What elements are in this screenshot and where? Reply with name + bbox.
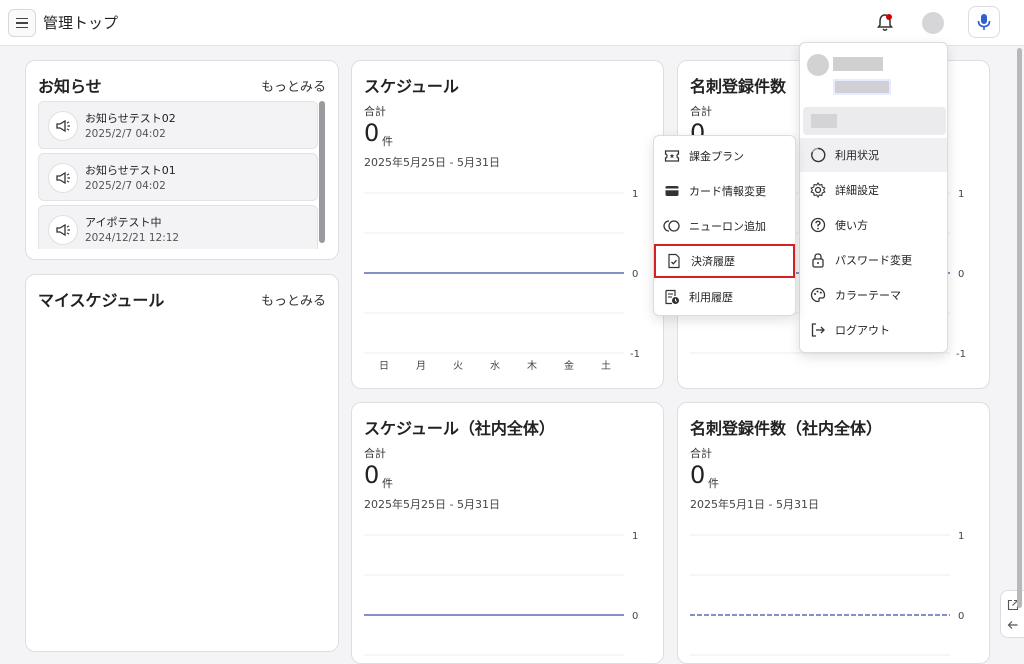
user-email-placeholder [833,79,891,95]
account-field-placeholder [803,107,946,135]
my-schedule-card: マイスケジュール もっとみる [25,274,339,652]
news-list: お知らせテスト02 2025/2/7 04:02 お知らせテスト01 2025/… [38,101,318,249]
usage-icon [809,146,827,164]
news-title: お知らせ [38,77,102,96]
menu-item-settings[interactable]: 詳細設定 [800,173,947,207]
help-icon [809,216,827,234]
x-tick-label: 木 [527,360,537,372]
y-tick-label: -1 [630,349,640,360]
history-icon [663,288,681,306]
mic-button[interactable] [968,6,1000,38]
y-tick-label: 0 [958,611,964,622]
lock-icon [809,251,827,269]
list-item[interactable]: お知らせテスト01 2025/2/7 04:02 [38,153,318,201]
schedule-all-card: スケジュール（社内全体） 合計 0 件 2025年5月25日 - 5月31日 1… [351,402,664,664]
user-name-placeholder [833,57,883,71]
y-tick-label: 0 [632,269,638,280]
news-item-date: 2024/12/21 12:12 [85,232,180,244]
schedule-chart: 1 0 -1 日 月 火 水 木 金 土 [364,189,640,372]
news-item-title: お知らせテスト01 [85,164,176,177]
menu-item-billing-plan[interactable]: 課金プラン [654,139,795,173]
x-tick-label: 水 [490,360,500,372]
mic-icon [977,14,991,30]
y-tick-label: 0 [632,611,638,622]
billing-submenu: 課金プラン カード情報変更 ニューロン追加 決済履歴 利用履歴 [653,135,796,316]
x-tick-label: 火 [453,360,463,372]
menu-item-label: カラーテーマ [835,289,901,302]
account-menu: 利用状況 詳細設定 使い方 パスワード変更 カラーテーマ ログアウト [799,42,948,353]
menu-item-usage[interactable]: 利用状況 [800,138,947,172]
palette-icon [809,286,827,304]
my-schedule-title: マイスケジュール [38,291,165,310]
menu-item-card-info[interactable]: カード情報変更 [654,174,795,208]
logout-icon [809,321,827,339]
neuron-icon [663,217,681,235]
menu-item-label: 利用履歴 [689,291,733,304]
y-tick-label: 1 [958,531,964,542]
x-tick-label: 金 [564,359,574,372]
menu-item-label: パスワード変更 [835,254,912,267]
news-item-date: 2025/2/7 04:02 [85,128,166,140]
list-item[interactable]: アイポテスト中 2024/12/21 12:12 [38,205,318,249]
megaphone-icon [48,163,78,193]
y-tick-label: 0 [958,269,964,280]
menu-item-payment-history[interactable]: 決済履歴 [654,244,795,278]
business-card-all-card: 名刺登録件数（社内全体） 合計 0 件 2025年5月1日 - 5月31日 1 … [677,402,990,664]
menu-item-label: ログアウト [835,324,890,337]
y-tick-label: -1 [956,349,966,360]
x-tick-label: 月 [416,360,426,372]
arrow-left-icon[interactable] [1007,619,1019,631]
news-item-date: 2025/2/7 04:02 [85,180,166,192]
hamburger-menu-button[interactable] [8,9,36,37]
news-card: お知らせ もっとみる お知らせテスト02 2025/2/7 04:02 お知らせ… [25,60,339,260]
menu-item-usage-history[interactable]: 利用履歴 [654,280,795,314]
menu-item-label: 利用状況 [835,149,879,162]
menu-item-add-neuron[interactable]: ニューロン追加 [654,209,795,243]
top-bar: 管理トップ [0,0,1024,46]
x-tick-label: 日 [379,361,389,372]
my-schedule-more-link[interactable]: もっとみる [261,290,326,309]
news-scrollbar[interactable] [319,101,325,243]
menu-item-logout[interactable]: ログアウト [800,313,947,347]
gear-icon [809,181,827,199]
schedule-card: スケジュール 合計 0 件 2025年5月25日 - 5月31日 1 0 -1 … [351,60,664,389]
menu-item-label: 課金プラン [689,150,744,163]
list-item[interactable]: お知らせテスト02 2025/2/7 04:02 [38,101,318,149]
y-tick-label: 1 [632,189,638,200]
y-tick-label: 1 [958,189,964,200]
ticket-icon [663,147,681,165]
menu-item-label: 詳細設定 [835,184,879,197]
news-item-title: アイポテスト中 [85,216,162,229]
menu-item-label: 決済履歴 [691,255,735,268]
menu-item-label: カード情報変更 [689,185,766,198]
menu-item-label: ニューロン追加 [689,220,766,233]
page-scrollbar[interactable] [1017,48,1022,608]
news-more-link[interactable]: もっとみる [261,76,326,95]
card-icon [663,182,681,200]
megaphone-icon [48,111,78,141]
news-item-title: お知らせテスト02 [85,112,176,125]
menu-item-help[interactable]: 使い方 [800,208,947,242]
business-card-all-chart: 1 0 [690,531,964,656]
avatar[interactable] [922,12,944,34]
menu-item-password[interactable]: パスワード変更 [800,243,947,277]
menu-item-label: 使い方 [835,219,868,232]
schedule-all-chart: 1 0 [364,531,638,656]
menu-item-color-theme[interactable]: カラーテーマ [800,278,947,312]
y-tick-label: 1 [632,531,638,542]
x-tick-label: 土 [601,359,611,372]
receipt-check-icon [665,252,683,270]
megaphone-icon [48,215,78,245]
page-title: 管理トップ [43,14,119,32]
avatar [807,54,829,76]
notification-dot [886,14,892,20]
